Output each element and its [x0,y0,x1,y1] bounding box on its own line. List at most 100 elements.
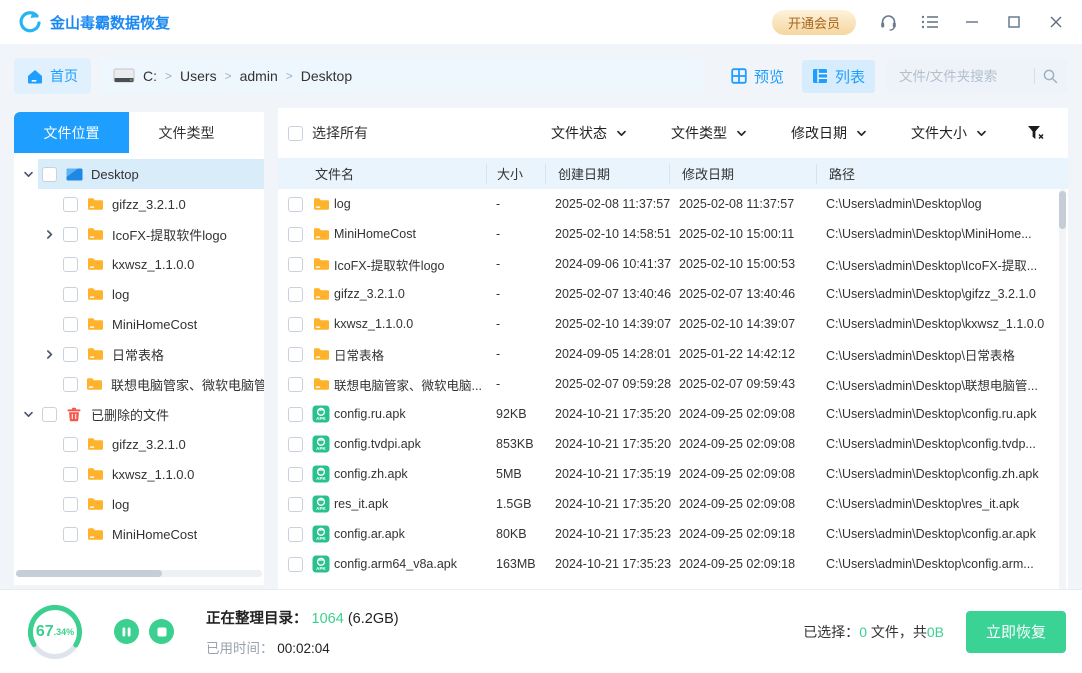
filter-funnel-icon [1027,125,1044,141]
clear-filter-button[interactable] [1027,125,1044,141]
modified-date-cell: 2025-02-08 11:37:57 [679,197,826,211]
close-button[interactable] [1046,12,1066,32]
tree-expander [39,279,59,309]
table-row[interactable]: 日常表格-2024-09-05 14:28:012025-01-22 14:42… [278,339,1068,369]
checkbox[interactable] [63,377,78,392]
row-checkbox[interactable] [288,197,303,212]
file-size-filter[interactable]: 文件大小 [911,123,987,143]
checkbox[interactable] [63,527,78,542]
table-row[interactable]: APKconfig.ar.apk80KB2024-10-21 17:35:232… [278,519,1068,549]
tree-item[interactable]: MiniHomeCost [14,309,264,339]
crumb-item[interactable]: admin [240,68,278,84]
checkbox[interactable] [63,317,78,332]
checkbox[interactable] [63,467,78,482]
table-row[interactable]: kxwsz_1.1.0.0-2025-02-10 14:39:072025-02… [278,309,1068,339]
table-row[interactable]: 联想电脑管家、微软电脑...-2025-02-07 09:59:282025-0… [278,369,1068,399]
row-checkbox[interactable] [288,257,303,272]
file-path-cell: C:\Users\admin\Desktop\log [826,197,1068,211]
tree-item[interactable]: gifzz_3.2.1.0 [14,189,264,219]
tree-expander[interactable] [39,339,59,369]
row-checkbox[interactable] [288,527,303,542]
select-all-checkbox[interactable] [288,126,303,141]
search-input[interactable] [899,69,1030,84]
pause-button[interactable] [114,619,139,644]
crumb-item[interactable]: Users [180,68,217,84]
minimize-button[interactable] [962,12,982,32]
checkbox[interactable] [63,347,78,362]
recover-now-button[interactable]: 立即恢复 [966,611,1066,653]
table-row[interactable]: gifzz_3.2.1.0-2025-02-07 13:40:462025-02… [278,279,1068,309]
chevron-right-icon[interactable] [44,229,55,240]
column-header-created[interactable]: 创建日期 [545,164,669,184]
tree-item[interactable]: gifzz_3.2.1.0 [14,429,264,459]
menu-icon[interactable] [920,12,940,32]
preview-view-button[interactable]: 预览 [721,60,794,93]
checkbox[interactable] [42,167,57,182]
tree-item[interactable]: log [14,489,264,519]
search-icon[interactable] [1042,68,1059,85]
tree-item[interactable]: MiniHomeCost [14,519,264,549]
row-checkbox[interactable] [288,437,303,452]
file-type-filter[interactable]: 文件类型 [671,123,747,143]
row-checkbox[interactable] [288,317,303,332]
file-status-filter[interactable]: 文件状态 [551,123,627,143]
tree-item[interactable]: IcoFX-提取软件logo [14,219,264,249]
home-button[interactable]: 首页 [14,58,91,94]
checkbox[interactable] [63,437,78,452]
table-row[interactable]: log-2025-02-08 11:37:572025-02-08 11:37:… [278,189,1068,219]
tab-file-location[interactable]: 文件位置 [14,112,129,153]
checkbox[interactable] [63,257,78,272]
tree-item[interactable]: kxwsz_1.1.0.0 [14,249,264,279]
maximize-button[interactable] [1004,12,1024,32]
tree-item[interactable]: 联想电脑管家、微软电脑管家 [14,369,264,399]
apk-file-icon: APK [312,435,330,453]
row-checkbox[interactable] [288,377,303,392]
table-scrollbar-thumb[interactable] [1059,191,1066,229]
stop-button[interactable] [149,619,174,644]
row-checkbox[interactable] [288,347,303,362]
table-row[interactable]: APKres_it.apk1.5GB2024-10-21 17:35:20202… [278,489,1068,519]
table-row[interactable]: MiniHomeCost-2025-02-10 14:58:512025-02-… [278,219,1068,249]
table-row[interactable]: IcoFX-提取软件logo-2024-09-06 10:41:372025-0… [278,249,1068,279]
checkbox[interactable] [63,497,78,512]
footer-bar: 67.34% 正在整理目录： 1064 (6.2GB) 已用时间： 00:02:… [0,589,1082,673]
chevron-down-icon[interactable] [23,169,34,180]
column-header-modified[interactable]: 修改日期 [669,164,816,184]
row-checkbox[interactable] [288,467,303,482]
checkbox[interactable] [63,287,78,302]
list-view-button[interactable]: 列表 [802,60,875,93]
tree-item[interactable]: log [14,279,264,309]
row-checkbox[interactable] [288,407,303,422]
column-header-size[interactable]: 大小 [486,164,545,184]
crumb-item[interactable]: C: [143,68,157,84]
column-header-name[interactable]: 文件名 [278,164,486,184]
tree-expander[interactable] [39,219,59,249]
vip-button[interactable]: 开通会员 [772,10,856,35]
tree-expander[interactable] [18,159,38,189]
row-checkbox[interactable] [288,497,303,512]
tree-item[interactable]: Desktop [14,159,264,189]
column-header-path[interactable]: 路径 [816,164,1068,184]
checkbox[interactable] [42,407,57,422]
customer-service-icon[interactable] [878,12,898,32]
chevron-down-icon[interactable] [23,409,34,420]
chevron-right-icon[interactable] [44,349,55,360]
table-row[interactable]: APKconfig.arm64_v8a.apk163MB2024-10-21 1… [278,549,1068,579]
table-row[interactable]: APKconfig.ru.apk92KB2024-10-21 17:35:202… [278,399,1068,429]
table-row[interactable]: APKconfig.zh.apk5MB2024-10-21 17:35:1920… [278,459,1068,489]
tree-item[interactable]: 已删除的文件 [14,399,264,429]
crumb-item[interactable]: Desktop [301,68,352,84]
tree-item[interactable]: kxwsz_1.1.0.0 [14,459,264,489]
tree-item[interactable]: 日常表格 [14,339,264,369]
checkbox[interactable] [63,227,78,242]
sidebar-scrollbar-thumb[interactable] [16,570,162,577]
table-row[interactable]: APKconfig.tvdpi.apk853KB2024-10-21 17:35… [278,429,1068,459]
row-checkbox[interactable] [288,557,303,572]
tree-expander[interactable] [18,399,38,429]
modified-date-filter[interactable]: 修改日期 [791,123,867,143]
checkbox[interactable] [63,197,78,212]
tree-expander [39,309,59,339]
tab-file-type[interactable]: 文件类型 [129,112,244,153]
row-checkbox[interactable] [288,227,303,242]
row-checkbox[interactable] [288,287,303,302]
